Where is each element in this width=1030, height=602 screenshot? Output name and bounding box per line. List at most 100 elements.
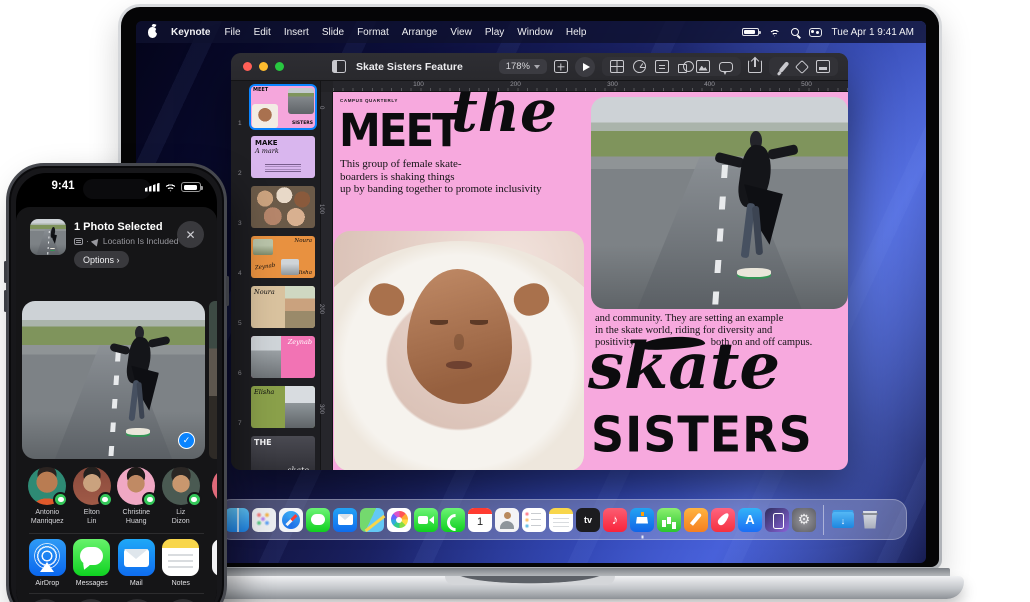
toolbar-table[interactable]: [610, 60, 624, 73]
menubar-battery[interactable]: [742, 28, 759, 36]
toolbar-text-box[interactable]: [655, 60, 669, 73]
menu-item-window[interactable]: Window: [517, 27, 553, 38]
phone-icon[interactable]: [441, 508, 465, 532]
minimize-window-button[interactable]: [259, 62, 268, 71]
launchpad-icon[interactable]: [252, 508, 276, 532]
slide-number: 2: [238, 170, 242, 177]
slide-thumbnail-image[interactable]: THE skate: [251, 436, 315, 470]
close-window-button[interactable]: [243, 62, 252, 71]
toolbar-media[interactable]: [696, 60, 710, 73]
options-button[interactable]: Options ›: [74, 251, 129, 268]
mail-icon[interactable]: [333, 508, 357, 532]
toolbar-format[interactable]: [779, 61, 790, 73]
share-app-notes[interactable]: Notes: [159, 539, 204, 587]
zoom-window-button[interactable]: [275, 62, 284, 71]
menu-item-slide[interactable]: Slide: [322, 27, 344, 38]
contacts-icon[interactable]: [495, 508, 519, 532]
keynote-icon[interactable]: [630, 508, 654, 532]
slide-footer-bold[interactable]: SISTERS: [591, 410, 813, 459]
contact-elton[interactable]: EltonLin: [70, 467, 115, 527]
settings-icon[interactable]: ⚙: [792, 508, 816, 532]
menu-app-name[interactable]: Keynote: [171, 27, 210, 38]
trash-icon[interactable]: [858, 508, 882, 532]
safari-icon[interactable]: [279, 508, 303, 532]
separator-icon[interactable]: [823, 505, 824, 535]
slide-thumbnail-image[interactable]: MEET SISTERS: [251, 86, 315, 128]
menu-item-file[interactable]: File: [224, 27, 240, 38]
menu-item-help[interactable]: Help: [566, 27, 587, 38]
apple-menu-icon[interactable]: [148, 27, 157, 38]
close-button[interactable]: ✕: [177, 221, 204, 248]
slide-thumbnail-2[interactable]: 2 MAKE A mark: [251, 136, 315, 178]
contact-liz[interactable]: LizDizon: [159, 467, 204, 527]
slide-kicker[interactable]: CAMPUS QUARTERLY: [340, 98, 398, 103]
notes-icon[interactable]: [549, 508, 573, 532]
share-button[interactable]: [748, 60, 762, 73]
slide-thumbnail-6[interactable]: 6 Zeynab: [251, 336, 315, 378]
slide-thumbnail-1[interactable]: 1 MEET SISTERS: [251, 86, 315, 128]
pages-icon[interactable]: [684, 508, 708, 532]
slide-headline-bold[interactable]: MEET: [339, 108, 459, 153]
toolbar-comment[interactable]: [719, 62, 733, 72]
share-app-airdrop[interactable]: AirDrop: [25, 539, 70, 587]
menu-item-edit[interactable]: Edit: [254, 27, 271, 38]
maps-icon[interactable]: [360, 508, 384, 532]
calendar-icon[interactable]: 1: [468, 508, 492, 532]
slide-photo-skater[interactable]: [591, 97, 848, 309]
menubar-search[interactable]: [791, 28, 799, 36]
selected-photo[interactable]: ✓: [22, 301, 205, 459]
view-sidebar-icon[interactable]: [332, 60, 346, 73]
slide-thumbnail-image[interactable]: Zeynab: [251, 336, 315, 378]
facetime-icon[interactable]: [414, 508, 438, 532]
photos-icon[interactable]: [387, 508, 411, 532]
menu-item-format[interactable]: Format: [357, 27, 389, 38]
slide-intro-text[interactable]: This group of female skate- boarders is …: [340, 158, 580, 196]
menu-item-play[interactable]: Play: [485, 27, 504, 38]
slide-thumbnail-7[interactable]: 7 Elisha: [251, 386, 315, 428]
slide-footer-script[interactable]: skate: [588, 329, 780, 406]
volume-up-button[interactable]: [4, 261, 7, 283]
slide-thumbnail-3[interactable]: 3: [251, 186, 315, 228]
downloads-icon[interactable]: ↓: [831, 508, 855, 532]
numbers-icon[interactable]: [657, 508, 681, 532]
share-app-mail[interactable]: Mail: [114, 539, 159, 587]
rocket-icon[interactable]: [711, 508, 735, 532]
next-photo-partial[interactable]: [209, 301, 217, 459]
app-store-icon[interactable]: A: [738, 508, 762, 532]
toolbar-animate[interactable]: [795, 60, 809, 74]
menu-datetime[interactable]: Tue Apr 1 9:41 AM: [832, 27, 914, 38]
slide-thumbnail-image[interactable]: MAKE A mark: [251, 136, 315, 178]
slide-thumbnail-image[interactable]: Noura: [251, 286, 315, 328]
slide-thumbnail-8[interactable]: 8 THE skate: [251, 436, 315, 470]
music-icon[interactable]: ♪: [603, 508, 627, 532]
contact-christine[interactable]: ChristineHuang: [114, 467, 159, 527]
slide-thumbnail-image[interactable]: [251, 186, 315, 228]
add-slide-button[interactable]: [554, 60, 568, 73]
contact-antonio[interactable]: AntonioManriquez: [25, 467, 70, 527]
menubar-control-center[interactable]: [809, 28, 822, 37]
messages-icon[interactable]: [306, 508, 330, 532]
slide-thumbnail-image[interactable]: Elisha: [251, 386, 315, 428]
share-app-partial[interactable]: [212, 539, 217, 576]
menu-item-arrange[interactable]: Arrange: [402, 27, 438, 38]
slide-thumbnail-image[interactable]: Noura Zeynab Elisha: [251, 236, 315, 278]
tv-icon[interactable]: tv: [576, 508, 600, 532]
reminders-icon[interactable]: [522, 508, 546, 532]
toolbar-chart[interactable]: [633, 60, 646, 73]
iphone-mirroring-icon[interactable]: [765, 508, 789, 532]
slide-thumbnail-5[interactable]: 5 Noura: [251, 286, 315, 328]
share-app-messages[interactable]: Messages: [70, 539, 115, 587]
zoom-control[interactable]: 178%: [499, 59, 547, 74]
menu-item-view[interactable]: View: [450, 27, 472, 38]
slide-photo-portrait[interactable]: [334, 231, 584, 470]
menubar-wifi[interactable]: [769, 28, 781, 37]
slide-thumbnail-4[interactable]: 4 Noura Zeynab Elisha: [251, 236, 315, 278]
volume-down-button[interactable]: [4, 290, 7, 312]
toolbar-shape[interactable]: [678, 64, 687, 73]
finder-icon[interactable]: [225, 508, 249, 532]
slide-headline-script[interactable]: the: [451, 92, 557, 144]
side-button[interactable]: [226, 276, 229, 306]
menu-item-insert[interactable]: Insert: [284, 27, 309, 38]
play-button[interactable]: [575, 57, 595, 77]
toolbar-document[interactable]: [816, 60, 830, 73]
